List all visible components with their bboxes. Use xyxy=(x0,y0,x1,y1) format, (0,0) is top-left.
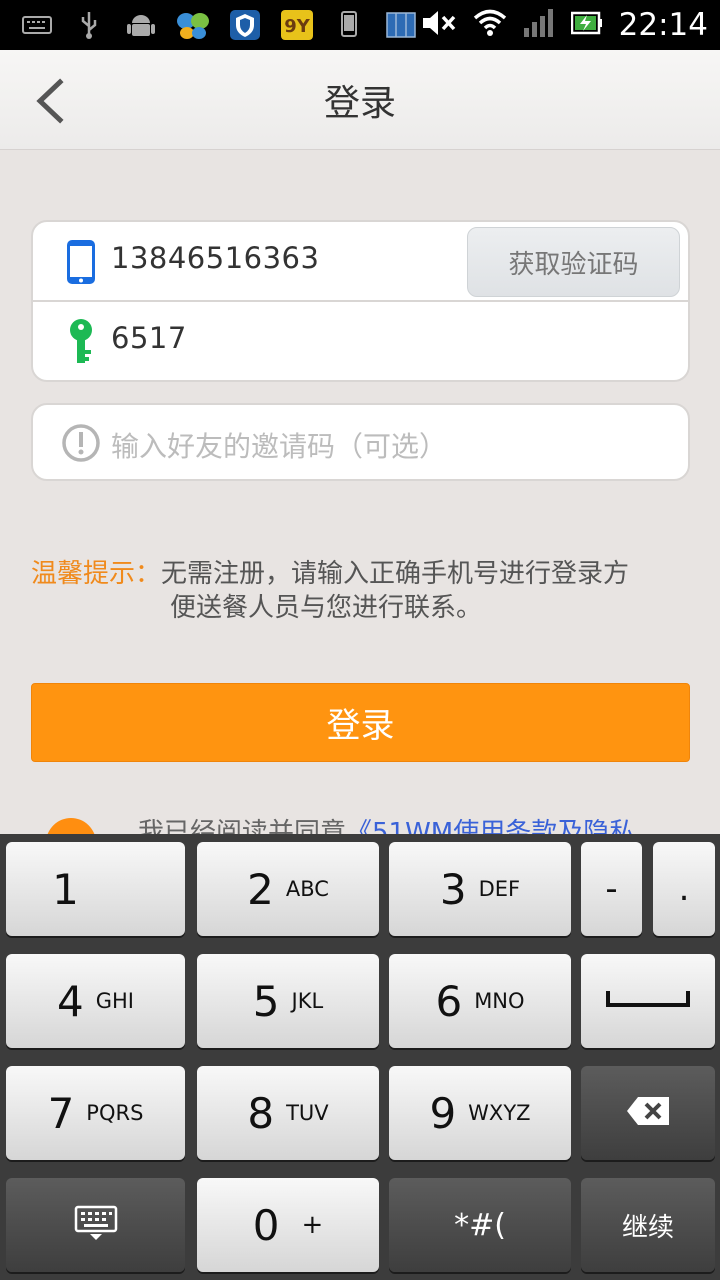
symbols-key[interactable]: *#( xyxy=(389,1178,571,1272)
key-9[interactable]: 9 WXYZ xyxy=(389,1066,571,1160)
key-0-digit: 0 xyxy=(252,1200,280,1250)
key-3-digit: 3 xyxy=(439,864,467,914)
space-key[interactable] xyxy=(581,954,715,1048)
key-4-digit: 4 xyxy=(57,976,84,1026)
signal-icon xyxy=(523,8,555,42)
key-6-letters: MNO xyxy=(474,989,525,1013)
key-9-digit: 9 xyxy=(429,1088,457,1138)
tip-line1: 无需注册，请输入正确手机号进行登录方 xyxy=(161,559,630,589)
key-7[interactable]: 7 PQRS xyxy=(6,1066,185,1160)
keyboard-switch-key[interactable] xyxy=(6,1178,185,1272)
key-icon xyxy=(65,318,97,366)
login-form-card: 13846516363 获取验证码 6517 xyxy=(31,220,690,382)
android-icon xyxy=(124,10,158,40)
page-title: 登录 xyxy=(323,83,396,124)
clock: 22:14 xyxy=(618,7,708,43)
key-2[interactable]: 2 ABC xyxy=(197,842,379,936)
key-4[interactable]: 4 GHI xyxy=(6,954,185,1048)
key-3-letters: DEF xyxy=(478,877,521,901)
shield-app-icon xyxy=(228,10,262,40)
wifi-icon xyxy=(473,8,507,42)
key-dash-label: - xyxy=(605,869,618,909)
app-9-icon: 9Y xyxy=(280,10,314,40)
key-5-digit: 5 xyxy=(252,976,280,1026)
svg-text:9Y: 9Y xyxy=(284,16,311,37)
agreement-text: 我已经阅读并同意《51WM使用条款及隐私 xyxy=(138,812,635,834)
title-bar: 登录 xyxy=(0,50,720,150)
battery-charging-icon xyxy=(570,10,603,40)
key-7-letters: PQRS xyxy=(86,1101,144,1125)
key-1[interactable]: 1 xyxy=(6,842,185,936)
key-5-letters: JKL xyxy=(291,989,324,1013)
get-code-button[interactable]: 获取验证码 xyxy=(467,227,680,297)
key-7-digit: 7 xyxy=(47,1088,75,1138)
key-dot[interactable]: . xyxy=(653,842,715,936)
backspace-key[interactable] xyxy=(581,1066,715,1160)
key-0[interactable]: 0 + xyxy=(197,1178,379,1272)
key-0-plus: + xyxy=(301,1210,324,1240)
invite-code-field[interactable]: 输入好友的邀请码（可选） xyxy=(31,403,690,481)
usb-icon xyxy=(72,10,106,40)
tip-label: 温馨提示： xyxy=(31,559,162,589)
phone-icon xyxy=(65,238,97,286)
symbols-label: *#( xyxy=(454,1207,506,1243)
key-6[interactable]: 6 MNO xyxy=(389,954,571,1048)
space-bar-icon xyxy=(605,989,691,1013)
keyboard-icon xyxy=(20,10,54,40)
status-bar: 9Y 22:14 xyxy=(0,0,720,50)
phone-row: 13846516363 获取验证码 xyxy=(33,222,688,302)
agree-checkbox[interactable] xyxy=(46,818,96,834)
invite-placeholder: 输入好友的邀请码（可选） xyxy=(111,430,448,463)
key-8-digit: 8 xyxy=(247,1088,275,1138)
continue-key[interactable]: 继续 xyxy=(581,1178,715,1272)
code-row: 6517 xyxy=(33,302,688,382)
key-8[interactable]: 8 TUV xyxy=(197,1066,379,1160)
phone-field[interactable]: 13846516363 xyxy=(111,241,319,275)
numeric-keyboard: 1 2 ABC 3 DEF - . 4 GHI 5 JKL 6 MNO 7 PQRS 8 TU… xyxy=(0,834,720,1280)
tip-text: 温馨提示：无需注册，请输入正确手机号进行登录方 便送餐人员与您进行联系。 xyxy=(31,557,691,625)
map-icon xyxy=(384,10,418,40)
butterfly-app-icon xyxy=(176,10,210,40)
key-4-letters: GHI xyxy=(95,989,134,1013)
code-field[interactable]: 6517 xyxy=(111,321,187,355)
key-dot-label: . xyxy=(678,869,690,909)
agreement-row: 我已经阅读并同意《51WM使用条款及隐私 xyxy=(0,810,720,834)
key-5[interactable]: 5 JKL xyxy=(197,954,379,1048)
agreement-label: 我已经阅读并同意 xyxy=(138,818,347,834)
terms-link[interactable]: 《51WM使用条款及隐私 xyxy=(346,818,635,834)
key-9-letters: WXYZ xyxy=(468,1101,531,1125)
info-icon xyxy=(61,423,101,463)
login-button[interactable]: 登录 xyxy=(31,683,690,762)
phone-outline-icon xyxy=(332,10,366,40)
tip-line2: 便送餐人员与您进行联系。 xyxy=(170,593,483,623)
key-1-digit: 1 xyxy=(52,864,79,914)
muted-speaker-icon xyxy=(421,8,457,42)
key-6-digit: 6 xyxy=(435,976,463,1026)
continue-label: 继续 xyxy=(621,1212,674,1243)
key-8-letters: TUV xyxy=(286,1101,329,1125)
key-3[interactable]: 3 DEF xyxy=(389,842,571,936)
key-2-digit: 2 xyxy=(247,864,274,914)
keyboard-switch-icon xyxy=(74,1205,118,1245)
backspace-icon xyxy=(626,1096,670,1130)
key-dash[interactable]: - xyxy=(581,842,642,936)
key-2-letters: ABC xyxy=(285,877,329,901)
